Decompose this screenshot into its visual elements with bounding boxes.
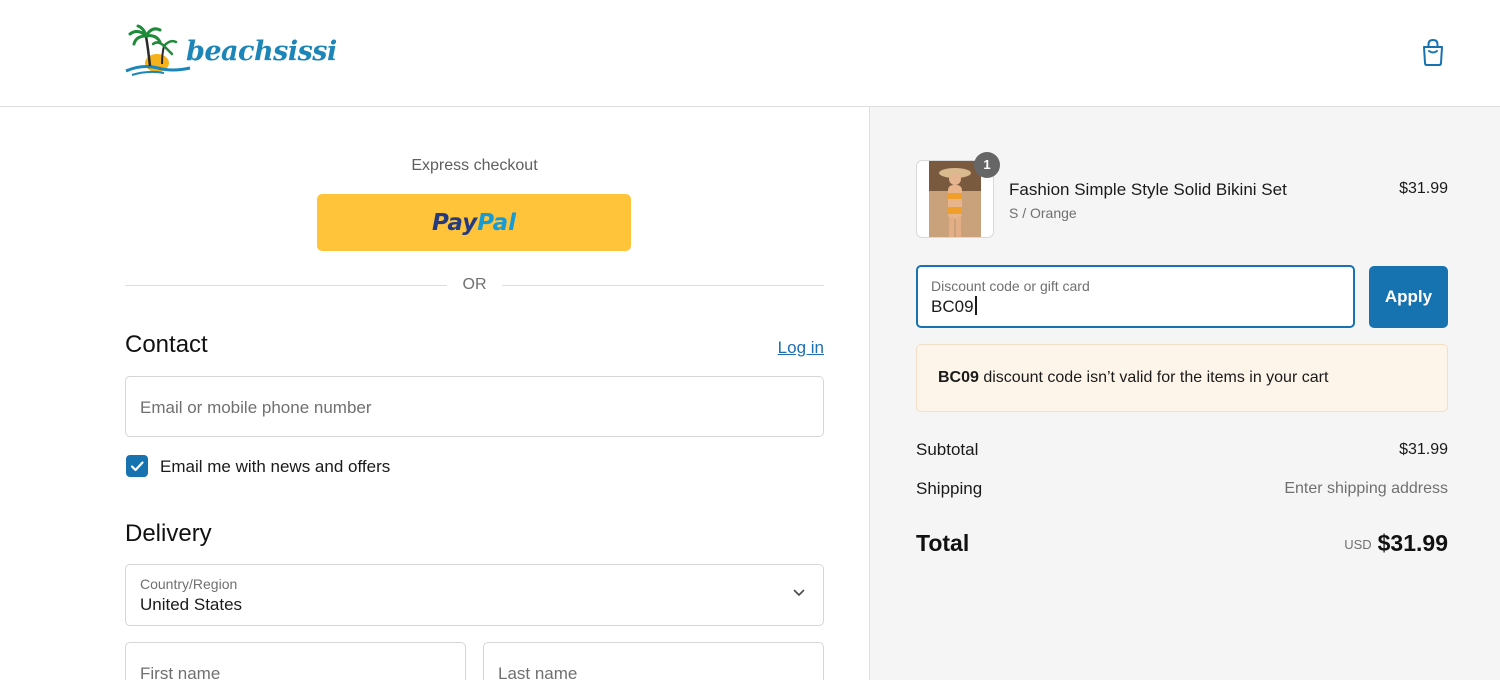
alert-message: discount code isn’t valid for the items … — [978, 369, 1329, 386]
checkmark-icon — [130, 461, 144, 472]
order-summary-column: 1 Fashion Simple Style Solid Bikini Set … — [869, 107, 1500, 680]
store-logo[interactable]: beachsissi — [124, 24, 369, 78]
discount-label: Discount code or gift card — [931, 278, 1090, 294]
total-currency: USD — [1344, 537, 1372, 552]
last-name-placeholder: Last name — [498, 664, 578, 680]
quantity-badge: 1 — [974, 152, 1000, 178]
discount-error-alert: BC09 discount code isn’t valid for the i… — [916, 344, 1448, 412]
cart-button[interactable] — [1418, 36, 1448, 68]
discount-value-wrap: BC09 — [931, 296, 977, 317]
apply-discount-button[interactable]: Apply — [1369, 266, 1448, 328]
country-label: Country/Region — [140, 576, 238, 592]
product-name: Fashion Simple Style Solid Bikini Set — [1009, 180, 1287, 199]
first-name-placeholder: First name — [140, 664, 221, 680]
paypal-logo-part1: Pay — [432, 209, 478, 236]
alert-code: BC09 — [938, 369, 979, 386]
express-checkout-label: Express checkout — [411, 157, 538, 174]
alert-text: BC09 discount code isn’t valid for the i… — [938, 369, 1328, 387]
checkout-form-column: Express checkout Pay Pal OR Contact Log i… — [0, 107, 869, 680]
paypal-button[interactable]: Pay Pal — [317, 194, 631, 251]
delivery-title: Delivery — [125, 520, 212, 547]
product-thumbnail: 1 — [916, 152, 1000, 238]
palm-tree-logo-icon — [125, 24, 191, 76]
country-value: United States — [140, 595, 243, 614]
newsletter-checkbox[interactable] — [126, 455, 148, 477]
email-placeholder: Email or mobile phone number — [140, 398, 372, 417]
newsletter-label: Email me with news and offers — [160, 457, 391, 476]
discount-code-input[interactable]: Discount code or gift card BC09 — [916, 265, 1355, 328]
discount-value: BC09 — [931, 297, 974, 316]
email-field[interactable]: Email or mobile phone number — [125, 376, 824, 437]
total-label: Total — [916, 530, 970, 556]
site-header: beachsissi — [0, 0, 1500, 107]
divider-line-right — [502, 285, 824, 286]
total-amount-wrap: USD $31.99 — [1248, 530, 1448, 557]
text-caret — [974, 296, 977, 315]
total-value: $31.99 — [1377, 530, 1448, 556]
country-select[interactable]: Country/Region United States — [125, 564, 824, 626]
shopping-bag-icon — [1423, 38, 1443, 66]
or-divider: OR — [125, 275, 824, 295]
product-price: $31.99 — [1399, 180, 1448, 197]
login-link[interactable]: Log in — [760, 338, 824, 358]
subtotal-value: $31.99 — [1399, 441, 1448, 458]
first-name-field[interactable]: First name — [125, 642, 466, 680]
shipping-value: Enter shipping address — [1284, 480, 1448, 497]
last-name-field[interactable]: Last name — [483, 642, 824, 680]
product-variant: S / Orange — [1009, 205, 1077, 221]
divider-line-left — [125, 285, 447, 286]
subtotal-label: Subtotal — [916, 440, 979, 459]
chevron-down-icon — [793, 589, 805, 596]
logo-text: beachsissi — [186, 36, 337, 67]
shipping-label: Shipping — [916, 479, 983, 498]
paypal-logo-part2: Pal — [477, 209, 516, 236]
or-text: OR — [462, 276, 487, 293]
contact-title: Contact — [125, 331, 208, 358]
